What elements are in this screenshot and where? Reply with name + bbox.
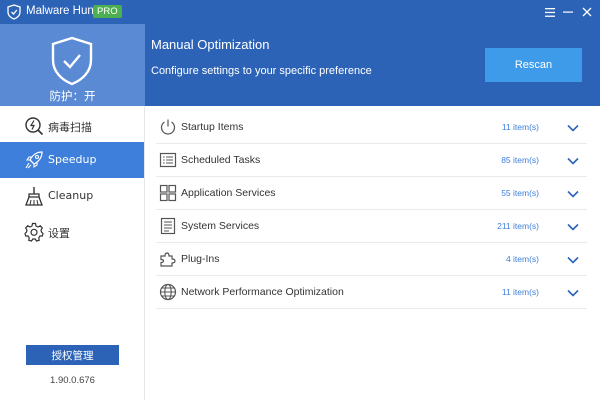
row-label: Scheduled Tasks — [181, 154, 261, 166]
chevron-down-icon[interactable] — [566, 220, 580, 234]
list-item-scheduled-tasks[interactable]: Scheduled Tasks 85 item(s) — [156, 144, 587, 177]
close-button[interactable] — [578, 3, 596, 21]
rescan-button[interactable]: Rescan — [485, 48, 582, 82]
row-count: 55 item(s) — [501, 188, 539, 198]
row-label: Application Services — [181, 187, 276, 199]
protection-status-text: 防护：开 — [49, 89, 96, 103]
app-logo-shield-icon — [7, 4, 21, 20]
sidebar-item-label: 设置 — [48, 227, 70, 240]
optimization-list: Startup Items 11 item(s) Scheduled Tasks… — [145, 106, 600, 400]
row-count: 211 item(s) — [497, 221, 539, 231]
protection-status-panel: 防护：开 — [0, 24, 145, 106]
globe-icon — [159, 283, 177, 301]
list-item-system-services[interactable]: System Services 211 item(s) — [156, 210, 587, 243]
row-label: System Services — [181, 220, 260, 232]
page-subtitle: Configure settings to your specific pref… — [151, 65, 372, 77]
row-label: Startup Items — [181, 121, 244, 133]
chevron-down-icon[interactable] — [566, 121, 580, 135]
broom-icon — [25, 187, 43, 206]
scan-icon — [25, 117, 44, 136]
title-bar: Malware Hunter PRO — [0, 0, 600, 24]
close-icon — [582, 7, 592, 17]
row-count: 4 item(s) — [505, 254, 539, 264]
list-item-startup-items[interactable]: Startup Items 11 item(s) — [156, 111, 587, 144]
minimize-button[interactable] — [559, 3, 577, 21]
sidebar-item-speedup[interactable]: Speedup — [0, 142, 144, 178]
puzzle-icon — [160, 252, 176, 267]
sidebar-item-cleanup[interactable]: Cleanup — [0, 178, 144, 214]
row-count: 11 item(s) — [501, 287, 539, 297]
chevron-down-icon[interactable] — [566, 286, 580, 300]
version-text: 1.90.0.676 — [50, 375, 95, 386]
sidebar-item-settings[interactable]: 设置 — [0, 214, 144, 250]
menu-button[interactable] — [541, 3, 559, 21]
sidebar-item-label: 病毒扫描 — [48, 121, 92, 134]
pro-badge: PRO — [93, 5, 122, 18]
shield-check-icon — [51, 36, 93, 86]
row-label: Plug-Ins — [181, 253, 220, 265]
page-header: Manual Optimization Configure settings t… — [145, 24, 600, 106]
sidebar-item-label: Cleanup — [48, 189, 94, 202]
hamburger-icon — [545, 7, 555, 17]
chevron-down-icon[interactable] — [566, 187, 580, 201]
list-icon — [159, 152, 177, 168]
power-icon — [160, 119, 176, 135]
gear-icon — [24, 222, 44, 242]
list-item-plug-ins[interactable]: Plug-Ins 4 item(s) — [156, 243, 587, 276]
chevron-down-icon[interactable] — [566, 253, 580, 267]
list-item-network-performance-optimization[interactable]: Network Performance Optimization 11 item… — [156, 276, 587, 309]
row-count: 11 item(s) — [501, 122, 539, 132]
page-title: Manual Optimization — [151, 37, 270, 52]
row-count: 85 item(s) — [501, 155, 539, 165]
rocket-icon — [25, 151, 43, 169]
sidebar-item-virus-scan[interactable]: 病毒扫描 — [0, 108, 144, 144]
sidebar: 病毒扫描 Speedup Cleanup 设置 授权管理 1.90.0.676 — [0, 106, 145, 400]
list-item-application-services[interactable]: Application Services 55 item(s) — [156, 177, 587, 210]
document-icon — [160, 217, 176, 235]
license-management-button[interactable]: 授权管理 — [26, 345, 119, 365]
minimize-icon — [563, 11, 573, 13]
grid-icon — [159, 184, 177, 202]
chevron-down-icon[interactable] — [566, 154, 580, 168]
sidebar-item-label: Speedup — [48, 153, 97, 166]
row-label: Network Performance Optimization — [181, 286, 344, 298]
